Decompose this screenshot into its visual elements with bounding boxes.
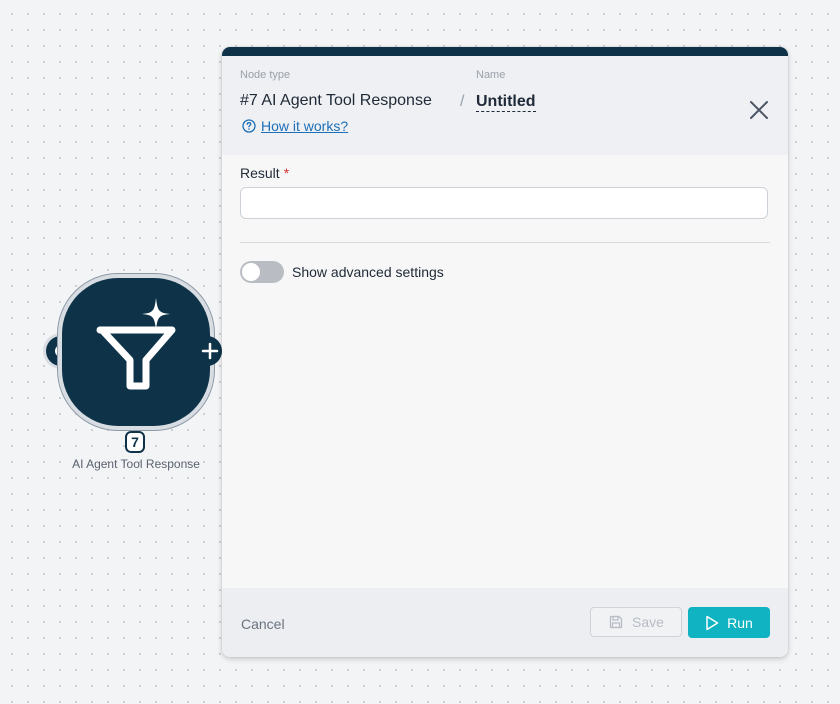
close-icon[interactable] [748, 99, 770, 121]
node-label: AI Agent Tool Response [72, 457, 200, 471]
panel-footer: Cancel Save Run [222, 588, 788, 657]
save-icon [609, 615, 623, 629]
question-circle-icon [242, 119, 256, 133]
node-settings-panel: Node type #7 AI Agent Tool Response / Na… [222, 47, 788, 657]
ai-filter-sparkle-icon [96, 298, 176, 390]
run-button[interactable]: Run [688, 607, 770, 638]
divider [240, 242, 770, 243]
add-connection-button[interactable] [198, 336, 222, 366]
node-body[interactable] [62, 278, 210, 426]
advanced-settings-label[interactable]: Show advanced settings [292, 264, 444, 280]
panel-header: Node type #7 AI Agent Tool Response / Na… [222, 56, 788, 155]
node-type-value: #7 AI Agent Tool Response [240, 92, 432, 109]
save-button[interactable]: Save [590, 607, 682, 637]
result-label-text: Result [240, 165, 280, 181]
advanced-settings-toggle[interactable] [240, 261, 284, 283]
result-input[interactable] [240, 187, 768, 219]
node-name-editable[interactable]: Untitled [476, 92, 536, 112]
required-marker: * [283, 165, 290, 181]
how-it-works-text[interactable]: How it works? [261, 118, 348, 134]
plus-icon [201, 342, 219, 360]
play-icon [706, 615, 719, 630]
header-separator: / [460, 93, 465, 110]
name-label: Name [476, 69, 506, 81]
panel-accent-bar [222, 47, 788, 56]
save-label: Save [632, 614, 664, 630]
node-type-label: Node type [240, 69, 291, 81]
cancel-button[interactable]: Cancel [241, 616, 285, 632]
node-number-badge: 7 [125, 431, 145, 453]
result-field-label: Result * [240, 165, 289, 181]
toggle-knob [242, 263, 260, 281]
workflow-node[interactable]: 7 AI Agent Tool Response [46, 278, 226, 478]
how-it-works-link[interactable]: How it works? [242, 118, 348, 134]
run-label: Run [727, 614, 753, 631]
